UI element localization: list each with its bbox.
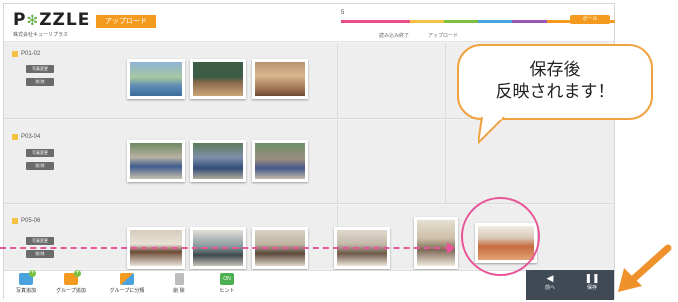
progress-segment: [409, 20, 444, 23]
add-group-label: グループ追加: [56, 288, 86, 294]
sort-to-group-button[interactable]: グループに分類: [102, 273, 152, 294]
annotation-arrowhead: [447, 242, 455, 254]
prev-arrow-icon: ◀: [546, 273, 554, 283]
delete-button[interactable]: 削 除: [26, 250, 54, 258]
photo-thumbnail[interactable]: [190, 59, 246, 99]
speech-bubble-tail: [478, 117, 505, 145]
bubble-line-2: 反映されます！: [495, 82, 615, 101]
logo: P✻ZZLE: [13, 10, 90, 30]
row-label: P05-06: [12, 218, 40, 224]
page-divider: [445, 43, 446, 118]
progress-label: 5: [341, 10, 345, 16]
hint-icon: ON: [220, 273, 234, 285]
photo-add-icon: +: [19, 270, 36, 285]
speech-bubble: 保存後 反映されます！: [457, 44, 653, 120]
delete-button[interactable]: 削 除: [26, 78, 54, 86]
add-photo-label: 写真追加: [15, 288, 36, 294]
row-label: P01-02: [12, 51, 40, 57]
row-marker: [12, 218, 18, 224]
page-divider: [337, 43, 338, 118]
app-header: P✻ZZLE 株式会社キューリプラス アップロード 5 読み込み終了 アップロー…: [4, 4, 615, 42]
progress-segment: [512, 20, 547, 23]
group-sort-icon: [120, 273, 134, 285]
annotation-dashed-line: [0, 247, 450, 249]
progress-segment: [443, 20, 478, 23]
page-divider: [337, 120, 338, 203]
delete-button[interactable]: 削 除: [26, 162, 54, 170]
hint-label: ヒント: [219, 288, 235, 294]
logo-prefix: P: [13, 10, 27, 30]
row-label-text: P05-06: [21, 218, 41, 224]
delete-tool-button[interactable]: 削 除: [164, 273, 194, 294]
row-label: P03-04: [12, 134, 40, 140]
nav-panel: ◀ 前へ ❚❚ 保存: [526, 270, 614, 300]
delete-tool-label: 削 除: [173, 288, 185, 294]
photo-thumbnail[interactable]: [127, 140, 185, 182]
row-label-text: P03-04: [21, 134, 41, 140]
row-marker: [12, 134, 18, 140]
change-photo-button[interactable]: 写真変更: [26, 65, 54, 73]
photo-thumbnail[interactable]: [190, 140, 246, 182]
trash-icon: [174, 273, 184, 285]
bottom-toolbar: + 写真追加 + グループ追加 グループに分類 削 除 ON ヒント: [4, 270, 614, 300]
prev-button[interactable]: ◀ 前へ: [532, 273, 568, 297]
progress-segment: [478, 20, 513, 23]
change-photo-button[interactable]: 写真変更: [26, 149, 54, 157]
change-photo-button[interactable]: 写真変更: [26, 237, 54, 245]
company-name: 株式会社キューリプラス: [13, 32, 68, 38]
photo-thumbnail[interactable]: [127, 59, 185, 99]
annotation-circle: [461, 197, 540, 276]
progress-segment: [375, 20, 410, 23]
tab-upload[interactable]: アップロード: [428, 32, 458, 39]
row-label-text: P01-02: [21, 51, 41, 57]
bubble-line-1: 保存後: [529, 60, 581, 79]
tab-read[interactable]: 読み込み終了: [379, 32, 409, 39]
group-row: P03-04 写真変更 削 除: [4, 120, 614, 204]
progress-segment: [341, 20, 376, 23]
top-right-button[interactable]: ボール: [570, 15, 610, 24]
group-add-icon: +: [64, 270, 81, 285]
photo-thumbnail[interactable]: [252, 59, 308, 99]
page-divider: [445, 120, 446, 203]
photo-thumbnail[interactable]: [252, 140, 308, 182]
save-button[interactable]: ❚❚ 保存: [574, 273, 610, 297]
hint-button[interactable]: ON ヒント: [212, 273, 242, 294]
save-icon: ❚❚: [584, 273, 600, 283]
upload-tab[interactable]: アップロード: [96, 15, 156, 28]
logo-star-icon: ✻: [26, 13, 40, 29]
prev-label: 前へ: [544, 285, 555, 291]
add-group-button[interactable]: + グループ追加: [46, 270, 96, 294]
add-photo-button[interactable]: + 写真追加: [12, 270, 40, 294]
row-marker: [12, 51, 18, 57]
sort-to-group-label: グループに分類: [109, 288, 145, 294]
logo-suffix: ZZLE: [39, 10, 91, 30]
annotation-arrow-icon: [618, 244, 672, 292]
save-label: 保存: [586, 285, 597, 291]
